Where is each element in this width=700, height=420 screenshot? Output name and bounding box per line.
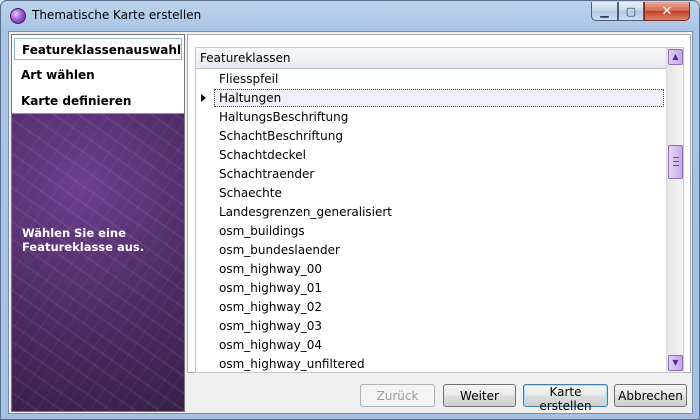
maximize-icon: ▢ — [625, 4, 637, 18]
list-item-label: HaltungsBeschriftung — [219, 110, 349, 124]
back-button-label: Zurück — [376, 388, 419, 403]
nav-step-karte-definieren[interactable]: Karte definieren — [14, 90, 182, 112]
nav-step-featureklassenauswahl[interactable]: Featureklassenauswahl — [14, 38, 182, 60]
list-item[interactable]: Schaechte — [196, 184, 666, 203]
list-item[interactable]: osm_highway_00 — [196, 260, 666, 279]
list-item[interactable]: osm_highway_unfiltered — [196, 355, 666, 372]
nav-step-label: Art wählen — [21, 68, 95, 82]
list-item[interactable]: Haltungen — [196, 89, 666, 108]
scrollbar-thumb[interactable] — [668, 145, 683, 179]
content-panel: Featureklassen Fliesspfeil Haltungen Haltu… — [187, 34, 691, 373]
window-title: Thematische Karte erstellen — [32, 8, 202, 22]
wizard-side-panel: Featureklassenauswahl Art wählen Karte d… — [11, 34, 185, 412]
list-item-label: Schachtdeckel — [219, 148, 306, 162]
list-item[interactable]: Schachtraender — [196, 165, 666, 184]
list-item-label: osm_highway_unfiltered — [219, 357, 365, 371]
chevron-up-icon: ▲ — [672, 52, 679, 61]
cancel-button-label: Abbrechen — [618, 388, 683, 403]
create-map-button-label: Karte erstellen — [539, 385, 592, 413]
scroll-down-button[interactable]: ▼ — [668, 355, 683, 371]
close-button[interactable]: ✕ — [644, 2, 690, 21]
list-item[interactable]: osm_buildings — [196, 222, 666, 241]
selection-highlight — [214, 89, 664, 107]
list-item-label: osm_bundeslaender — [219, 243, 340, 257]
list-column-header[interactable]: Featureklassen — [196, 48, 666, 69]
dialog-client-area: Featureklassenauswahl Art wählen Karte d… — [8, 31, 693, 414]
app-icon — [10, 8, 26, 24]
list-item-label: Haltungen — [219, 91, 282, 105]
minimize-icon: ▁ — [600, 4, 609, 18]
dialog-window: Thematische Karte erstellen ▁ ▢ ✕ Featur… — [0, 0, 700, 420]
list-item[interactable]: Landesgrenzen_generalisiert — [196, 203, 666, 222]
title-bar[interactable]: Thematische Karte erstellen ▁ ▢ ✕ — [1, 1, 699, 31]
cancel-button[interactable]: Abbrechen — [614, 384, 687, 407]
list-item-label: osm_highway_00 — [219, 262, 322, 276]
nav-step-label: Karte definieren — [21, 94, 132, 108]
list-item-label: Schachtraender — [219, 167, 315, 181]
featureclass-list[interactable]: Featureklassen Fliesspfeil Haltungen Haltu… — [195, 47, 684, 373]
next-button-label: Weiter — [460, 388, 499, 403]
nav-step-art-waehlen[interactable]: Art wählen — [14, 64, 182, 86]
minimize-button[interactable]: ▁ — [591, 2, 618, 21]
next-button[interactable]: Weiter — [443, 384, 516, 407]
back-button[interactable]: Zurück — [360, 384, 435, 407]
list-item-label: osm_highway_02 — [219, 300, 322, 314]
list-item[interactable]: HaltungsBeschriftung — [196, 108, 666, 127]
list-item-label: Landesgrenzen_generalisiert — [219, 205, 393, 219]
list-item[interactable]: osm_highway_04 — [196, 336, 666, 355]
list-item-label: osm_highway_04 — [219, 338, 322, 352]
list-item-label: osm_highway_01 — [219, 281, 322, 295]
list-item-label: osm_highway_03 — [219, 319, 322, 333]
list-item-label: Fliesspfeil — [219, 72, 279, 86]
step-hint-text: Wählen Sie eine Featureklasse aus. — [22, 226, 145, 254]
scroll-up-button[interactable]: ▲ — [668, 49, 683, 65]
list-item[interactable]: Fliesspfeil — [196, 70, 666, 89]
nav-step-label: Featureklassenauswahl — [22, 43, 182, 57]
list-item[interactable]: osm_bundeslaender — [196, 241, 666, 260]
row-pointer-icon — [201, 94, 206, 102]
list-item-label: SchachtBeschriftung — [219, 129, 343, 143]
maximize-button[interactable]: ▢ — [618, 2, 644, 21]
list-item[interactable]: Schachtdeckel — [196, 146, 666, 165]
list-item[interactable]: osm_highway_03 — [196, 317, 666, 336]
list-item-label: Schaechte — [219, 186, 282, 200]
vertical-scrollbar[interactable]: ▲ ▼ — [666, 48, 683, 372]
chevron-down-icon: ▼ — [672, 358, 679, 367]
list-rows: Fliesspfeil Haltungen HaltungsBeschriftung… — [196, 70, 666, 372]
create-map-button[interactable]: Karte erstellen — [523, 384, 608, 413]
wizard-step-list: Featureklassenauswahl Art wählen Karte d… — [12, 35, 184, 114]
close-icon: ✕ — [661, 3, 673, 19]
list-item-label: osm_buildings — [219, 224, 305, 238]
list-item[interactable]: osm_highway_01 — [196, 279, 666, 298]
list-item[interactable]: osm_highway_02 — [196, 298, 666, 317]
list-item[interactable]: SchachtBeschriftung — [196, 127, 666, 146]
grip-icon — [673, 157, 679, 166]
